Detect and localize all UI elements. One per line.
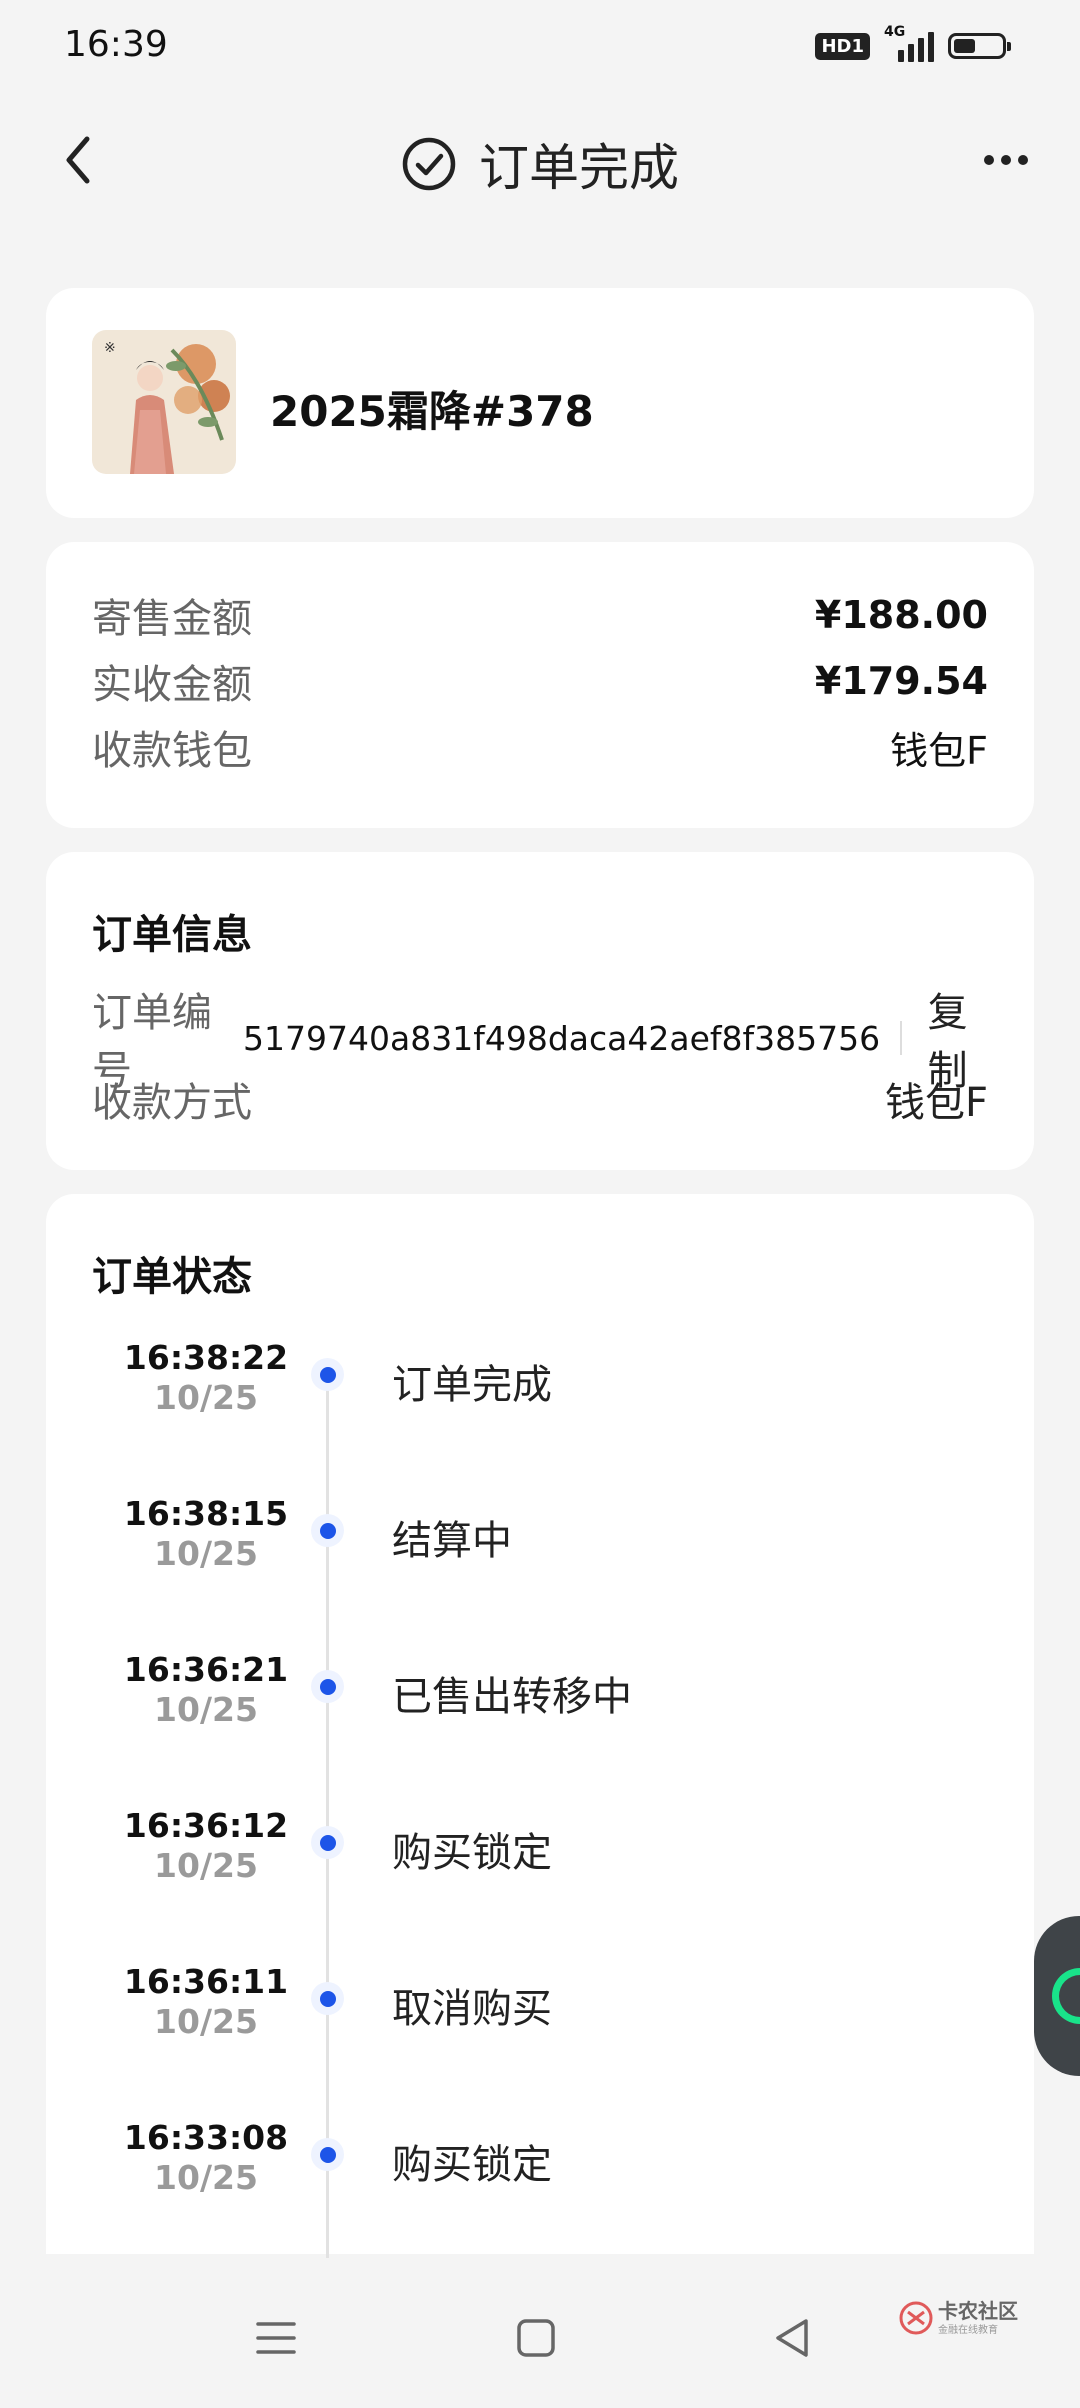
receive-wallet-label: 收款钱包 xyxy=(92,728,252,774)
receive-wallet-value: 钱包F xyxy=(890,728,988,773)
timeline-dot xyxy=(311,1826,344,1859)
order-status-card: 订单状态 16:38:22 10/25 订单完成 16:38:15 10/25 … xyxy=(46,1194,1034,2280)
page-title: 订单完成 xyxy=(0,128,1080,200)
product-thumbnail: ※ xyxy=(92,330,236,474)
consign-amount-row: 寄售金额 ¥188.00 xyxy=(92,586,988,644)
timeline-status: 订单完成 xyxy=(392,1362,552,1408)
triangle-back-icon xyxy=(776,2319,808,2357)
timeline-item: 16:38:15 10/25 结算中 xyxy=(46,1494,1034,1614)
timeline-date: 10/25 xyxy=(154,1534,258,1573)
status-icons: HD1 4G xyxy=(815,24,1011,62)
hd-badge: HD1 xyxy=(815,32,870,60)
timeline-item: 16:36:12 10/25 购买锁定 xyxy=(46,1806,1034,1926)
timeline-date: 10/25 xyxy=(154,1846,258,1885)
amount-card: 寄售金额 ¥188.00 实收金额 ¥179.54 收款钱包 钱包F xyxy=(46,542,1034,828)
received-amount-label: 实收金额 xyxy=(92,662,252,708)
timeline-date: 10/25 xyxy=(154,1690,258,1729)
product-card[interactable]: ※ 2025霜降#378 xyxy=(46,288,1034,518)
receive-wallet-row: 收款钱包 钱包F xyxy=(92,718,988,776)
timeline-status: 购买锁定 xyxy=(392,1830,552,1876)
timeline-time: 16:33:08 xyxy=(123,2118,289,2157)
more-horizontal-icon xyxy=(984,155,994,165)
timeline-time: 16:36:11 xyxy=(123,1962,289,2001)
timeline-status: 已售出转移中 xyxy=(392,1674,632,1720)
timeline-item: 16:38:22 10/25 订单完成 xyxy=(46,1338,1034,1458)
order-number: 5179740a831f498daca42aef8f385756 xyxy=(243,1018,881,1058)
timeline-date: 10/25 xyxy=(154,2002,258,2041)
battery-fill xyxy=(954,39,975,53)
timeline-item: 16:36:11 10/25 取消购买 xyxy=(46,1962,1034,2082)
battery-icon xyxy=(948,33,1011,59)
consign-amount-label: 寄售金额 xyxy=(92,596,252,642)
status-bar: 16:39 HD1 4G xyxy=(0,0,1080,96)
network-type: 4G xyxy=(884,24,906,40)
square-home-icon xyxy=(517,2319,555,2357)
menu-icon xyxy=(256,2322,296,2354)
more-options-button[interactable] xyxy=(976,140,1036,180)
payment-method-label: 收款方式 xyxy=(92,1080,252,1126)
recent-apps-button[interactable] xyxy=(246,2308,306,2368)
timeline-item: 16:33:08 10/25 购买锁定 xyxy=(46,2118,1034,2238)
svg-text:※: ※ xyxy=(104,340,116,356)
order-info-card: 订单信息 订单编号 5179740a831f498daca42aef8f3857… xyxy=(46,852,1034,1170)
received-amount-row: 实收金额 ¥179.54 xyxy=(92,652,988,710)
timeline-item: 16:36:21 10/25 已售出转移中 xyxy=(46,1650,1034,1770)
consign-amount-value: ¥188.00 xyxy=(814,593,988,637)
system-navigation-bar: 卡农社区 金融在线教育 xyxy=(0,2258,1080,2408)
timeline-time: 16:36:21 xyxy=(123,1650,289,1689)
back-nav-button[interactable] xyxy=(762,2308,822,2368)
timeline-time: 16:36:12 xyxy=(123,1806,289,1845)
check-circle-icon xyxy=(402,137,456,191)
home-button[interactable] xyxy=(506,2308,566,2368)
timeline-date: 10/25 xyxy=(154,1378,258,1417)
timeline-status: 结算中 xyxy=(392,1518,512,1564)
timeline-dot xyxy=(311,1670,344,1703)
timeline-time: 16:38:22 xyxy=(123,1338,289,1377)
assistant-arc-icon xyxy=(1052,1968,1080,2024)
signal-icon: 4G xyxy=(884,24,934,62)
divider xyxy=(900,1021,902,1055)
top-app-bar: 订单完成 xyxy=(0,110,1080,210)
watermark-text: 卡农社区 xyxy=(938,2298,1018,2323)
timeline-dot xyxy=(311,1982,344,2015)
timeline-time: 16:38:15 xyxy=(123,1494,289,1533)
payment-method-value: 钱包F xyxy=(884,1080,988,1126)
floating-assistant-button[interactable] xyxy=(1034,1916,1080,2076)
timeline-dot xyxy=(311,2138,344,2171)
timeline-status: 取消购买 xyxy=(392,1986,552,2032)
watermark-logo-icon xyxy=(899,2301,933,2335)
status-time: 16:39 xyxy=(64,24,168,65)
timeline-dot xyxy=(311,1358,344,1391)
timeline-date: 10/25 xyxy=(154,2158,258,2197)
timeline-dot xyxy=(311,1514,344,1547)
watermark-subtext: 金融在线教育 xyxy=(938,2324,998,2336)
timeline-status: 购买锁定 xyxy=(392,2142,552,2188)
payment-method-row: 收款方式 钱包F xyxy=(92,1070,988,1128)
received-amount-value: ¥179.54 xyxy=(814,659,988,703)
order-info-title: 订单信息 xyxy=(92,912,252,958)
product-name: 2025霜降#378 xyxy=(270,387,594,436)
order-status-title: 订单状态 xyxy=(92,1254,252,1300)
page-title-text: 订单完成 xyxy=(479,139,679,197)
community-watermark: 卡农社区 金融在线教育 xyxy=(898,2300,1018,2336)
